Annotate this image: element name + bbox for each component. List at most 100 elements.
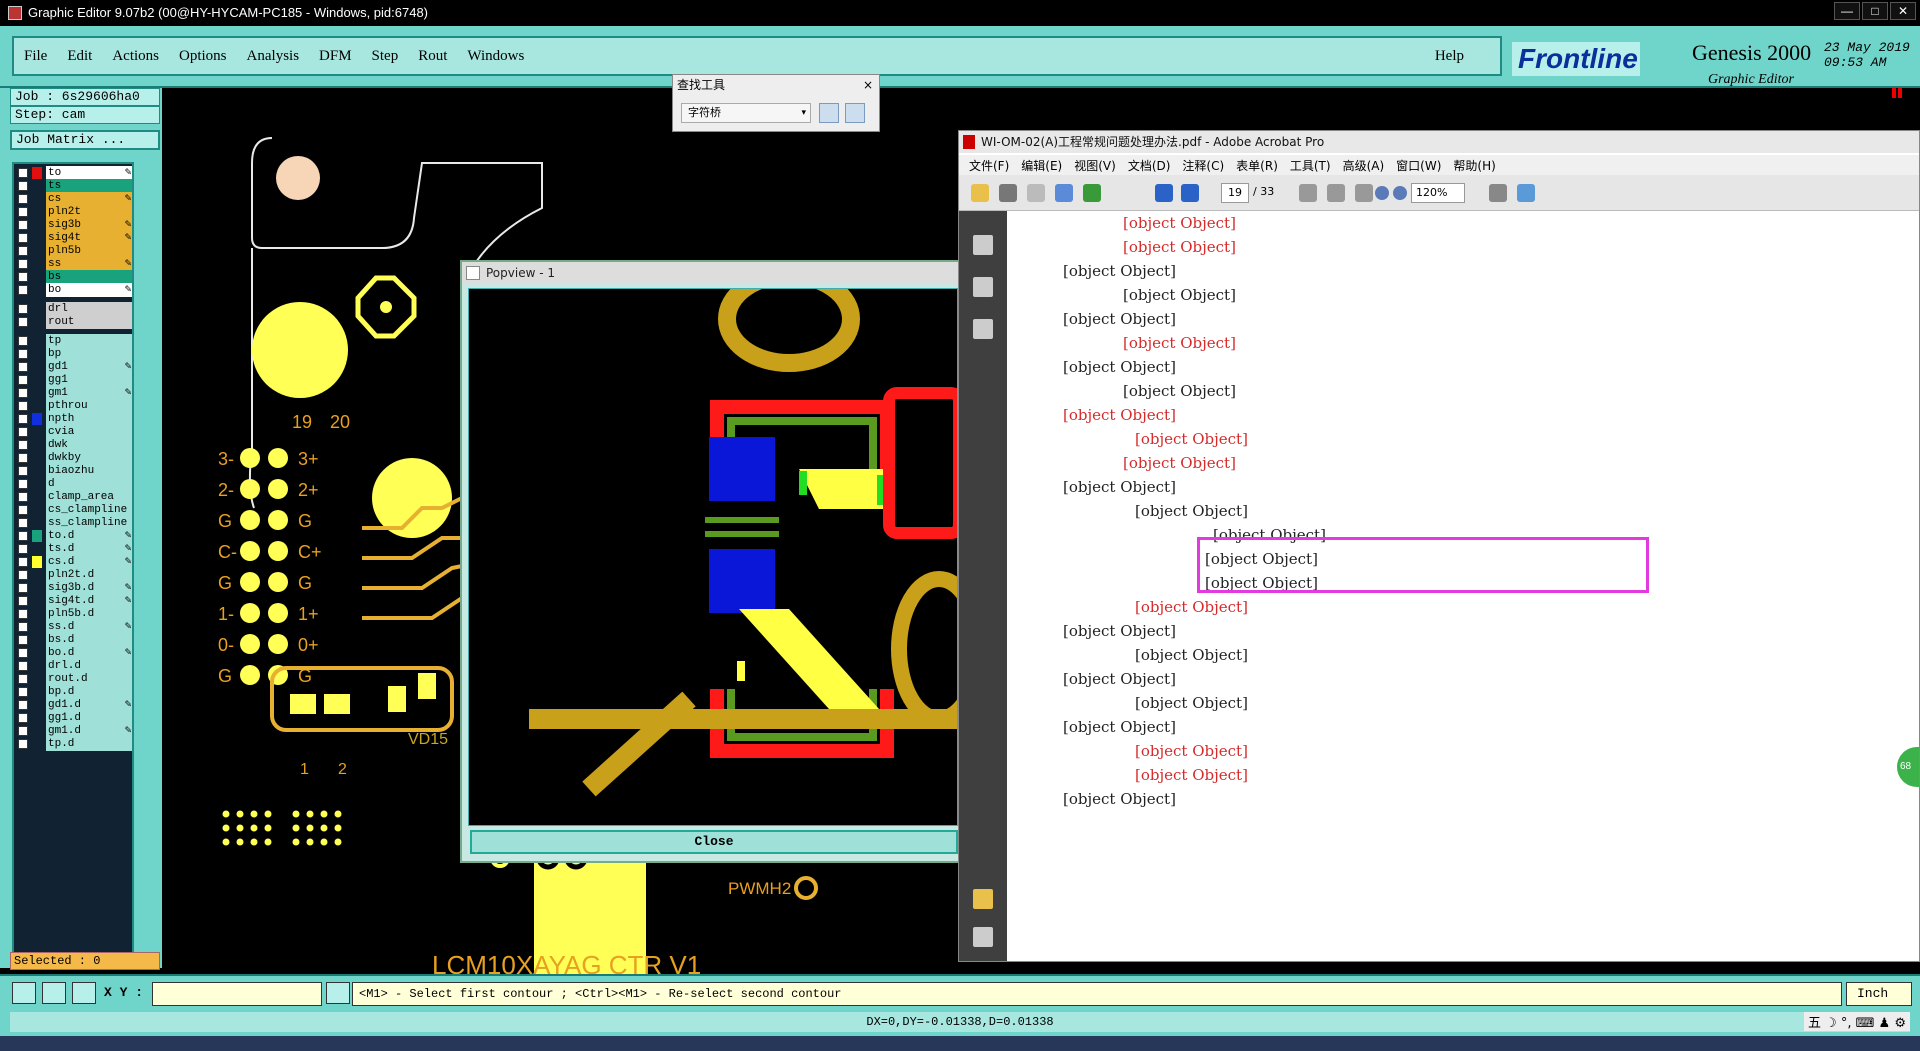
menu-analysis[interactable]: Analysis (247, 48, 300, 65)
layer-name[interactable]: cvia (46, 425, 132, 439)
layer-name[interactable]: bs (46, 270, 132, 284)
layer-name[interactable]: sig3b (46, 218, 132, 232)
layer-row-to[interactable]: to ✎ (16, 166, 134, 180)
layer-row-rout-d[interactable]: rout.d (16, 672, 134, 686)
layer-row-ss[interactable]: ss ✎ (16, 257, 134, 271)
layer-name[interactable]: pln5b.d (46, 607, 132, 621)
layer-row-bo[interactable]: bo ✎ (16, 283, 134, 297)
layer-color-swatch[interactable] (32, 465, 42, 477)
layer-row-gd1[interactable]: gd1 ✎ (16, 360, 134, 374)
popview-canvas[interactable] (468, 288, 958, 826)
layer-name[interactable]: bo.d (46, 646, 132, 660)
find-tool-select[interactable]: 字符桥 ▾ (681, 103, 811, 123)
layer-name[interactable]: pln5b (46, 244, 132, 258)
layer-checkbox[interactable] (18, 453, 28, 463)
layer-checkbox[interactable] (18, 622, 28, 632)
attachments-panel-icon[interactable] (973, 927, 993, 947)
layer-color-swatch[interactable] (32, 725, 42, 737)
layer-checkbox[interactable] (18, 336, 28, 346)
grid-icon[interactable] (72, 982, 96, 1004)
select-tool-icon[interactable] (1299, 184, 1317, 202)
layer-checkbox[interactable] (18, 505, 28, 515)
layer-name[interactable]: pln2t (46, 205, 132, 219)
layer-row-gg1[interactable]: gg1 (16, 373, 134, 387)
layer-color-swatch[interactable] (32, 478, 42, 490)
layer-row-gg1-d[interactable]: gg1.d (16, 711, 134, 725)
zoom-out-icon[interactable] (1375, 186, 1389, 200)
snap-icon[interactable] (12, 982, 36, 1004)
layer-color-swatch[interactable] (32, 316, 42, 328)
layer-row-ts-d[interactable]: ts.d ✎ (16, 542, 134, 556)
popview-close-button[interactable]: Close (470, 830, 958, 854)
maximize-button[interactable]: □ (1862, 2, 1888, 20)
find-tool-close-button[interactable]: × (863, 75, 873, 95)
layer-row-pln5b[interactable]: pln5b (16, 244, 134, 258)
acr-menu-view[interactable]: 视图(V) (1074, 157, 1116, 174)
layer-checkbox[interactable] (18, 375, 28, 385)
layer-checkbox[interactable] (18, 479, 28, 489)
layer-name[interactable]: gm1.d (46, 724, 132, 738)
layer-name[interactable]: ts (46, 179, 132, 193)
layer-color-swatch[interactable] (32, 180, 42, 192)
layer-name[interactable]: cs.d (46, 555, 132, 569)
layer-name[interactable]: drl.d (46, 659, 132, 673)
menu-edit[interactable]: Edit (67, 48, 92, 65)
layer-color-swatch[interactable] (32, 439, 42, 451)
layer-checkbox[interactable] (18, 466, 28, 476)
email-icon[interactable] (1055, 184, 1073, 202)
layer-color-swatch[interactable] (32, 673, 42, 685)
layer-color-swatch[interactable] (32, 271, 42, 283)
layer-row-gm1[interactable]: gm1 ✎ (16, 386, 134, 400)
menu-help[interactable]: Help (1435, 48, 1464, 65)
menu-step[interactable]: Step (372, 48, 399, 65)
layer-row-pln5b-d[interactable]: pln5b.d (16, 607, 134, 621)
layer-color-swatch[interactable] (32, 335, 42, 347)
unit-select[interactable]: Inch (1846, 982, 1912, 1006)
layer-color-swatch[interactable] (32, 361, 42, 373)
layer-checkbox[interactable] (18, 168, 28, 178)
layer-row-sig4t[interactable]: sig4t ✎ (16, 231, 134, 245)
close-window-button[interactable]: ✕ (1890, 2, 1916, 20)
zoom-tool-icon[interactable] (1355, 184, 1373, 202)
layer-row-tp[interactable]: tp (16, 334, 134, 348)
layer-checkbox[interactable] (18, 739, 28, 749)
layer-checkbox[interactable] (18, 285, 28, 295)
layer-checkbox[interactable] (18, 713, 28, 723)
layer-color-swatch[interactable] (32, 303, 42, 315)
layer-row-clamp-area[interactable]: clamp_area (16, 490, 134, 504)
layer-name[interactable]: tp (46, 334, 132, 348)
layer-checkbox[interactable] (18, 700, 28, 710)
layer-color-swatch[interactable] (32, 582, 42, 594)
layer-name[interactable]: bp (46, 347, 132, 361)
layer-checkbox[interactable] (18, 674, 28, 684)
layer-checkbox[interactable] (18, 440, 28, 450)
layer-color-swatch[interactable] (32, 258, 42, 270)
layer-checkbox[interactable] (18, 609, 28, 619)
layer-color-swatch[interactable] (32, 608, 42, 620)
menu-file[interactable]: File (24, 48, 47, 65)
layer-color-swatch[interactable] (32, 647, 42, 659)
layer-name[interactable]: d (46, 477, 132, 491)
layer-row-bs-d[interactable]: bs.d (16, 633, 134, 647)
layer-name[interactable]: dwk (46, 438, 132, 452)
layer-color-swatch[interactable] (32, 491, 42, 503)
layer-name[interactable]: gm1 (46, 386, 132, 400)
page-number-input[interactable]: 19 (1221, 183, 1249, 203)
page-up-icon[interactable] (1155, 184, 1173, 202)
layer-name[interactable]: sig4t (46, 231, 132, 245)
layer-name[interactable]: to.d (46, 529, 132, 543)
comments-panel-icon[interactable] (973, 889, 993, 909)
layer-row-drl[interactable]: drl (16, 302, 134, 316)
layer-row-to-d[interactable]: to.d ✎ (16, 529, 134, 543)
acr-menu-comment[interactable]: 注释(C) (1182, 157, 1224, 174)
layer-color-swatch[interactable] (32, 517, 42, 529)
zoom-select[interactable]: 120% (1411, 183, 1465, 203)
layer-name[interactable]: pthrou (46, 399, 132, 413)
open-folder-icon[interactable] (971, 184, 989, 202)
layer-checkbox[interactable] (18, 388, 28, 398)
acr-menu-edit[interactable]: 编辑(E) (1021, 157, 1062, 174)
layer-color-swatch[interactable] (32, 634, 42, 646)
layer-row-sig3b[interactable]: sig3b ✎ (16, 218, 134, 232)
job-matrix-button[interactable]: Job Matrix ... (10, 130, 160, 150)
layer-color-swatch[interactable] (32, 193, 42, 205)
